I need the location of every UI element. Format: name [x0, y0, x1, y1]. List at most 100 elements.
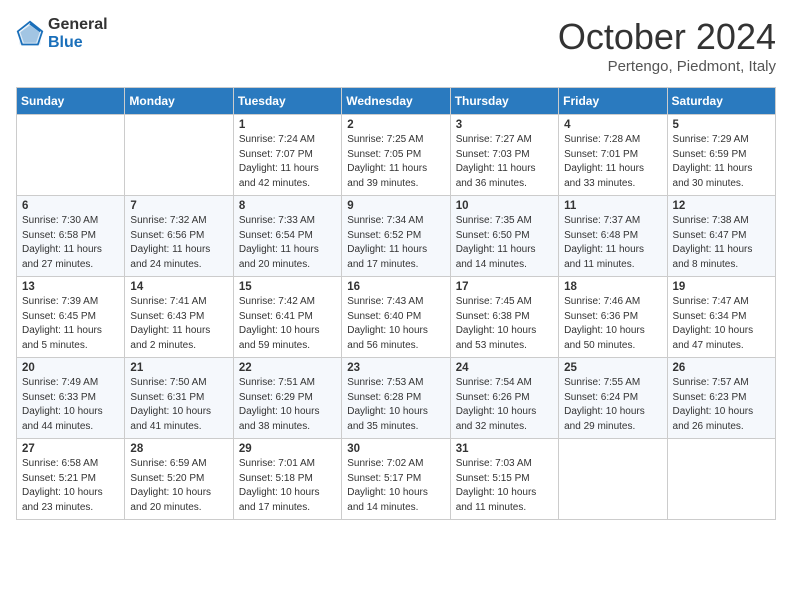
- day-number: 18: [564, 281, 661, 293]
- column-header-tuesday: Tuesday: [233, 88, 341, 115]
- cell-info: Sunrise: 6:59 AM Sunset: 5:20 PM Dayligh…: [130, 457, 227, 515]
- cell-info: Sunrise: 7:49 AM Sunset: 6:33 PM Dayligh…: [22, 376, 119, 434]
- day-number: 9: [347, 200, 444, 212]
- calendar-table: SundayMondayTuesdayWednesdayThursdayFrid…: [16, 87, 776, 520]
- title-block: October 2024 Pertengo, Piedmont, Italy: [558, 16, 776, 75]
- calendar-cell: 15Sunrise: 7:42 AM Sunset: 6:41 PM Dayli…: [233, 277, 341, 358]
- day-number: 15: [239, 281, 336, 293]
- day-number: 28: [130, 443, 227, 455]
- cell-info: Sunrise: 7:41 AM Sunset: 6:43 PM Dayligh…: [130, 295, 227, 353]
- calendar-cell: 8 Sunrise: 7:33 AM Sunset: 6:54 PM Daylig…: [233, 196, 341, 277]
- calendar-cell: 7 Sunrise: 7:32 AM Sunset: 6:56 PM Daylig…: [125, 196, 233, 277]
- calendar-cell: 25 Sunrise: 7:55 AM Sunset: 6:24 PM Dayli…: [559, 358, 667, 439]
- cell-info: Sunrise: 7:45 AM Sunset: 6:38 PM Dayligh…: [456, 295, 553, 353]
- day-number: 26: [673, 362, 770, 374]
- page-header: General Blue October 2024 Pertengo, Pied…: [16, 16, 776, 75]
- cell-info: Sunrise: 7:03 AM Sunset: 5:15 PM Dayligh…: [456, 457, 553, 515]
- cell-info: Sunrise: 7:53 AM Sunset: 6:28 PM Dayligh…: [347, 376, 444, 434]
- column-header-saturday: Saturday: [667, 88, 775, 115]
- cell-info: Sunrise: 7:38 AM Sunset: 6:47 PM Dayligh…: [673, 214, 770, 272]
- day-number: 1: [239, 119, 336, 131]
- cell-info: Sunrise: 7:28 AM Sunset: 7:01 PM Dayligh…: [564, 133, 661, 191]
- logo-text: General Blue: [48, 16, 108, 51]
- calendar-cell: [125, 115, 233, 196]
- calendar-cell: 19Sunrise: 7:47 AM Sunset: 6:34 PM Dayli…: [667, 277, 775, 358]
- calendar-cell: 3 Sunrise: 7:27 AM Sunset: 7:03 PM Daylig…: [450, 115, 558, 196]
- cell-info: Sunrise: 7:30 AM Sunset: 6:58 PM Dayligh…: [22, 214, 119, 272]
- day-number: 3: [456, 119, 553, 131]
- cell-info: Sunrise: 7:29 AM Sunset: 6:59 PM Dayligh…: [673, 133, 770, 191]
- cell-info: Sunrise: 7:02 AM Sunset: 5:17 PM Dayligh…: [347, 457, 444, 515]
- calendar-cell: 24 Sunrise: 7:54 AM Sunset: 6:26 PM Dayli…: [450, 358, 558, 439]
- cell-info: Sunrise: 7:55 AM Sunset: 6:24 PM Dayligh…: [564, 376, 661, 434]
- calendar-cell: 11 Sunrise: 7:37 AM Sunset: 6:48 PM Dayli…: [559, 196, 667, 277]
- day-number: 24: [456, 362, 553, 374]
- calendar-cell: 27 Sunrise: 6:58 AM Sunset: 5:21 PM Dayli…: [17, 439, 125, 520]
- cell-info: Sunrise: 7:47 AM Sunset: 6:34 PM Dayligh…: [673, 295, 770, 353]
- day-number: 31: [456, 443, 553, 455]
- calendar-cell: [17, 115, 125, 196]
- day-number: 25: [564, 362, 661, 374]
- week-row-2: 6 Sunrise: 7:30 AM Sunset: 6:58 PM Daylig…: [17, 196, 776, 277]
- day-number: 29: [239, 443, 336, 455]
- calendar-cell: 2 Sunrise: 7:25 AM Sunset: 7:05 PM Daylig…: [342, 115, 450, 196]
- day-number: 20: [22, 362, 119, 374]
- day-number: 8: [239, 200, 336, 212]
- column-header-thursday: Thursday: [450, 88, 558, 115]
- day-number: 10: [456, 200, 553, 212]
- cell-info: Sunrise: 7:01 AM Sunset: 5:18 PM Dayligh…: [239, 457, 336, 515]
- calendar-cell: 29 Sunrise: 7:01 AM Sunset: 5:18 PM Dayli…: [233, 439, 341, 520]
- calendar-cell: 6 Sunrise: 7:30 AM Sunset: 6:58 PM Daylig…: [17, 196, 125, 277]
- cell-info: Sunrise: 7:25 AM Sunset: 7:05 PM Dayligh…: [347, 133, 444, 191]
- cell-info: Sunrise: 7:39 AM Sunset: 6:45 PM Dayligh…: [22, 295, 119, 353]
- calendar-cell: 5Sunrise: 7:29 AM Sunset: 6:59 PM Daylig…: [667, 115, 775, 196]
- day-number: 16: [347, 281, 444, 293]
- cell-info: Sunrise: 7:32 AM Sunset: 6:56 PM Dayligh…: [130, 214, 227, 272]
- day-number: 11: [564, 200, 661, 212]
- column-header-monday: Monday: [125, 88, 233, 115]
- day-number: 4: [564, 119, 661, 131]
- cell-info: Sunrise: 6:58 AM Sunset: 5:21 PM Dayligh…: [22, 457, 119, 515]
- calendar-cell: 20 Sunrise: 7:49 AM Sunset: 6:33 PM Dayli…: [17, 358, 125, 439]
- cell-info: Sunrise: 7:43 AM Sunset: 6:40 PM Dayligh…: [347, 295, 444, 353]
- calendar-cell: 23 Sunrise: 7:53 AM Sunset: 6:28 PM Dayli…: [342, 358, 450, 439]
- cell-info: Sunrise: 7:51 AM Sunset: 6:29 PM Dayligh…: [239, 376, 336, 434]
- column-header-friday: Friday: [559, 88, 667, 115]
- day-number: 7: [130, 200, 227, 212]
- day-number: 21: [130, 362, 227, 374]
- cell-info: Sunrise: 7:35 AM Sunset: 6:50 PM Dayligh…: [456, 214, 553, 272]
- cell-info: Sunrise: 7:27 AM Sunset: 7:03 PM Dayligh…: [456, 133, 553, 191]
- month-title: October 2024: [558, 16, 776, 58]
- cell-info: Sunrise: 7:34 AM Sunset: 6:52 PM Dayligh…: [347, 214, 444, 272]
- day-number: 17: [456, 281, 553, 293]
- week-row-4: 20 Sunrise: 7:49 AM Sunset: 6:33 PM Dayli…: [17, 358, 776, 439]
- calendar-cell: 1 Sunrise: 7:24 AM Sunset: 7:07 PM Daylig…: [233, 115, 341, 196]
- header-row: SundayMondayTuesdayWednesdayThursdayFrid…: [17, 88, 776, 115]
- week-row-1: 1 Sunrise: 7:24 AM Sunset: 7:07 PM Daylig…: [17, 115, 776, 196]
- calendar-cell: 31 Sunrise: 7:03 AM Sunset: 5:15 PM Dayli…: [450, 439, 558, 520]
- day-number: 30: [347, 443, 444, 455]
- day-number: 27: [22, 443, 119, 455]
- cell-info: Sunrise: 7:54 AM Sunset: 6:26 PM Dayligh…: [456, 376, 553, 434]
- calendar-cell: 30 Sunrise: 7:02 AM Sunset: 5:17 PM Dayli…: [342, 439, 450, 520]
- day-number: 14: [130, 281, 227, 293]
- cell-info: Sunrise: 7:37 AM Sunset: 6:48 PM Dayligh…: [564, 214, 661, 272]
- day-number: 13: [22, 281, 119, 293]
- calendar-cell: 18 Sunrise: 7:46 AM Sunset: 6:36 PM Dayli…: [559, 277, 667, 358]
- cell-info: Sunrise: 7:46 AM Sunset: 6:36 PM Dayligh…: [564, 295, 661, 353]
- calendar-cell: 21 Sunrise: 7:50 AM Sunset: 6:31 PM Dayli…: [125, 358, 233, 439]
- column-header-wednesday: Wednesday: [342, 88, 450, 115]
- calendar-cell: 16 Sunrise: 7:43 AM Sunset: 6:40 PM Dayli…: [342, 277, 450, 358]
- cell-info: Sunrise: 7:33 AM Sunset: 6:54 PM Dayligh…: [239, 214, 336, 272]
- calendar-cell: 12Sunrise: 7:38 AM Sunset: 6:47 PM Dayli…: [667, 196, 775, 277]
- calendar-cell: [667, 439, 775, 520]
- day-number: 23: [347, 362, 444, 374]
- calendar-cell: 28 Sunrise: 6:59 AM Sunset: 5:20 PM Dayli…: [125, 439, 233, 520]
- calendar-cell: [559, 439, 667, 520]
- day-number: 2: [347, 119, 444, 131]
- week-row-3: 13 Sunrise: 7:39 AM Sunset: 6:45 PM Dayli…: [17, 277, 776, 358]
- cell-info: Sunrise: 7:50 AM Sunset: 6:31 PM Dayligh…: [130, 376, 227, 434]
- cell-info: Sunrise: 7:24 AM Sunset: 7:07 PM Dayligh…: [239, 133, 336, 191]
- cell-info: Sunrise: 7:57 AM Sunset: 6:23 PM Dayligh…: [673, 376, 770, 434]
- day-number: 6: [22, 200, 119, 212]
